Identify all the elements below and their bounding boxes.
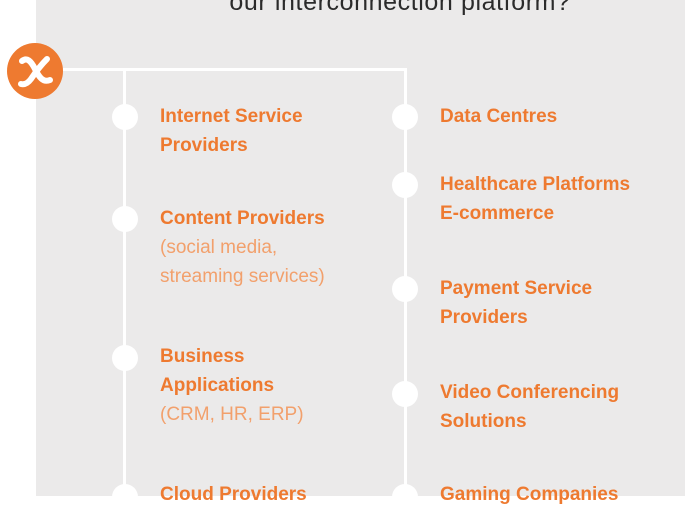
- timeline-dot: [392, 172, 418, 198]
- item-title: Gaming Companies: [440, 484, 619, 505]
- item-title: Applications: [160, 375, 275, 396]
- item-title: Providers: [160, 135, 248, 156]
- item-subtitle: (social media,: [160, 237, 278, 258]
- timeline-dot: [112, 206, 138, 232]
- timeline-dot: [112, 104, 138, 130]
- item-title: Business: [160, 346, 245, 367]
- item-title: Payment Service: [440, 278, 593, 299]
- list-item-cloud-providers: Cloud Providers: [160, 480, 307, 509]
- item-title: Data Centres: [440, 106, 558, 127]
- connector-line-left: [123, 68, 126, 508]
- list-item-payment-service-providers: Payment Service Providers: [440, 274, 592, 332]
- connector-line-horizontal: [63, 68, 407, 71]
- list-item-healthcare-ecommerce: Healthcare Platforms E-commerce: [440, 170, 630, 228]
- brand-logo: [7, 43, 63, 99]
- timeline-dot: [392, 484, 418, 510]
- item-title: Solutions: [440, 411, 527, 432]
- item-title: Content Providers: [160, 208, 325, 229]
- item-title: Providers: [440, 307, 528, 328]
- list-item-business-applications: Business Applications (CRM, HR, ERP): [160, 342, 304, 429]
- item-title: Cloud Providers: [160, 484, 307, 505]
- item-title: Internet Service: [160, 106, 303, 127]
- timeline-dot: [392, 381, 418, 407]
- list-item-isp: Internet Service Providers: [160, 102, 303, 160]
- list-item-video-conferencing: Video Conferencing Solutions: [440, 378, 619, 436]
- timeline-dot: [112, 345, 138, 371]
- item-subtitle: streaming services): [160, 266, 325, 287]
- item-title: Healthcare Platforms: [440, 174, 631, 195]
- timeline-dot: [392, 276, 418, 302]
- list-item-gaming-companies: Gaming Companies: [440, 480, 618, 509]
- x-logo-icon: [18, 56, 53, 88]
- list-item-content-providers: Content Providers (social media, streami…: [160, 204, 325, 291]
- item-title: Video Conferencing: [440, 382, 620, 403]
- list-item-data-centres: Data Centres: [440, 102, 557, 131]
- timeline-dot: [112, 484, 138, 510]
- timeline-dot: [392, 104, 418, 130]
- item-title: E-commerce: [440, 203, 555, 224]
- page-subtitle: our interconnection platform?: [229, 0, 571, 16]
- item-subtitle: (CRM, HR, ERP): [160, 404, 304, 425]
